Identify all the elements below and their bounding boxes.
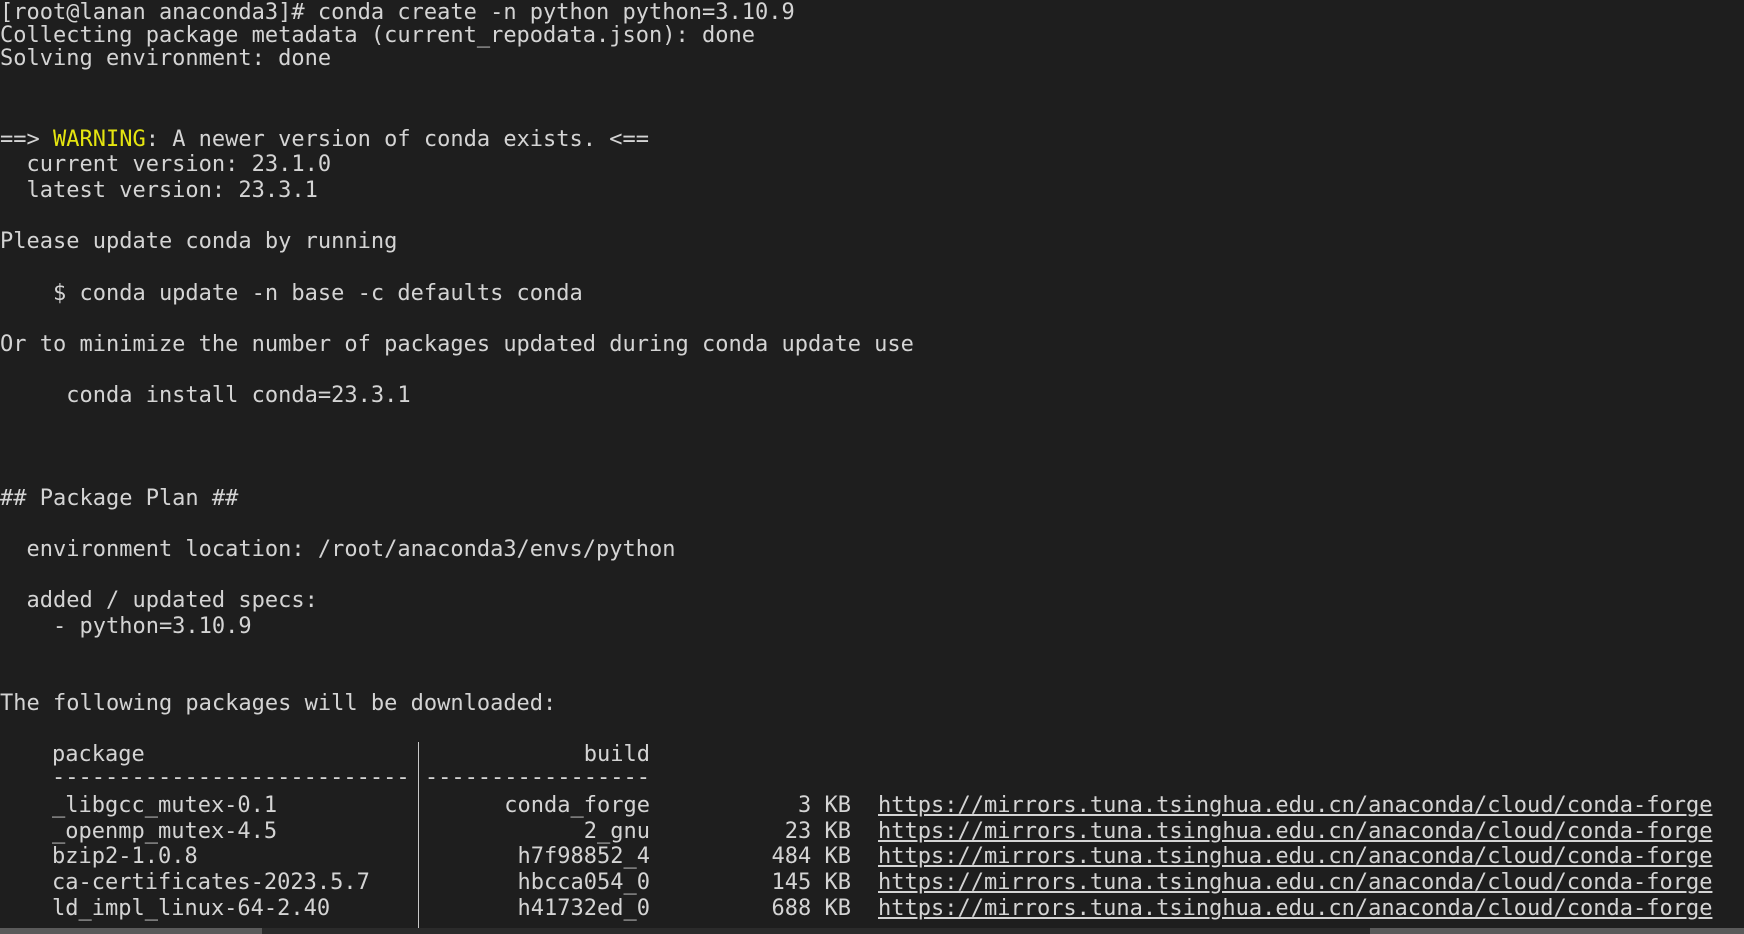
prompt-line: [root@lanan anaconda3]# conda create -n …: [0, 0, 795, 25]
table-rule-row: --------------------------- ------------…: [0, 765, 1744, 791]
update-command-line: $ conda update -n base -c defaults conda: [0, 281, 583, 306]
warning-prefix: ==>: [0, 127, 53, 152]
package-size: 23 KB: [784, 819, 851, 844]
horizontal-scrollbar[interactable]: [0, 928, 1744, 934]
rule-right: -----------------: [424, 765, 650, 790]
rule-left: ---------------------------: [52, 765, 410, 790]
package-url-link[interactable]: https://mirrors.tuna.tsinghua.edu.cn/ana…: [878, 793, 1712, 819]
package-name: ld_impl_linux-64-2.40: [52, 896, 331, 921]
package-url-link[interactable]: https://mirrors.tuna.tsinghua.edu.cn/ana…: [878, 819, 1712, 845]
table-row: _openmp_mutex-4.5 2_gnu 23 KB https://mi…: [0, 819, 1744, 845]
minimize-line: Or to minimize the number of packages up…: [0, 332, 914, 357]
table-row: ca-certificates-2023.5.7 hbcca054_0 145 …: [0, 870, 1744, 896]
solve-line: Solving environment: done: [0, 46, 332, 71]
table-row: bzip2-1.0.8 h7f98852_4 484 KB https://mi…: [0, 844, 1744, 870]
header-package: package: [52, 742, 145, 767]
table-row: _libgcc_mutex-0.1 conda_forge 3 KB https…: [0, 793, 1744, 819]
package-name: bzip2-1.0.8: [52, 844, 198, 869]
latest-version-line: latest version: 23.3.1: [0, 178, 318, 203]
package-build: h7f98852_4: [517, 844, 650, 869]
package-name: _libgcc_mutex-0.1: [52, 793, 278, 818]
environment-location-line: environment location: /root/anaconda3/en…: [0, 537, 676, 562]
collect-line: Collecting package metadata (current_rep…: [0, 23, 755, 48]
please-update-line: Please update conda by running: [0, 229, 398, 254]
package-build: 2_gnu: [583, 819, 650, 844]
table-row: ld_impl_linux-64-2.40 h41732ed_0 688 KB …: [0, 896, 1744, 922]
header-build: build: [583, 742, 650, 767]
warning-text: : A newer version of conda exists. <==: [145, 127, 650, 152]
warning-line: ==> WARNING: A newer version of conda ex…: [0, 127, 649, 153]
scrollbar-thumb-right[interactable]: [1370, 928, 1744, 934]
package-url-link[interactable]: https://mirrors.tuna.tsinghua.edu.cn/ana…: [878, 844, 1712, 870]
package-name: _openmp_mutex-4.5: [52, 819, 278, 844]
terminal-output[interactable]: [root@lanan anaconda3]# conda create -n …: [0, 0, 1744, 928]
following-packages-line: The following packages will be downloade…: [0, 691, 557, 716]
table-column-divider: [418, 742, 419, 928]
package-size: 688 KB: [771, 896, 851, 921]
warning-word: WARNING: [52, 127, 146, 152]
package-build: hbcca054_0: [517, 870, 650, 895]
package-build: conda_forge: [504, 793, 650, 818]
package-url-link[interactable]: https://mirrors.tuna.tsinghua.edu.cn/ana…: [878, 896, 1712, 922]
scrollbar-thumb-left[interactable]: [0, 928, 262, 934]
package-size: 3 KB: [798, 793, 851, 818]
install-command-line: conda install conda=23.3.1: [0, 383, 411, 408]
specs-heading-line: added / updated specs:: [0, 588, 318, 613]
package-build: h41732ed_0: [517, 896, 650, 921]
package-url-link[interactable]: https://mirrors.tuna.tsinghua.edu.cn/ana…: [878, 870, 1712, 896]
package-name: ca-certificates-2023.5.7: [52, 870, 370, 895]
current-version-line: current version: 23.1.0: [0, 152, 332, 177]
package-plan-heading: ## Package Plan ##: [0, 486, 239, 511]
package-size: 145 KB: [771, 870, 851, 895]
spec-item-line: - python=3.10.9: [0, 614, 252, 639]
table-header-row: package build: [0, 742, 1744, 768]
package-size: 484 KB: [771, 844, 851, 869]
